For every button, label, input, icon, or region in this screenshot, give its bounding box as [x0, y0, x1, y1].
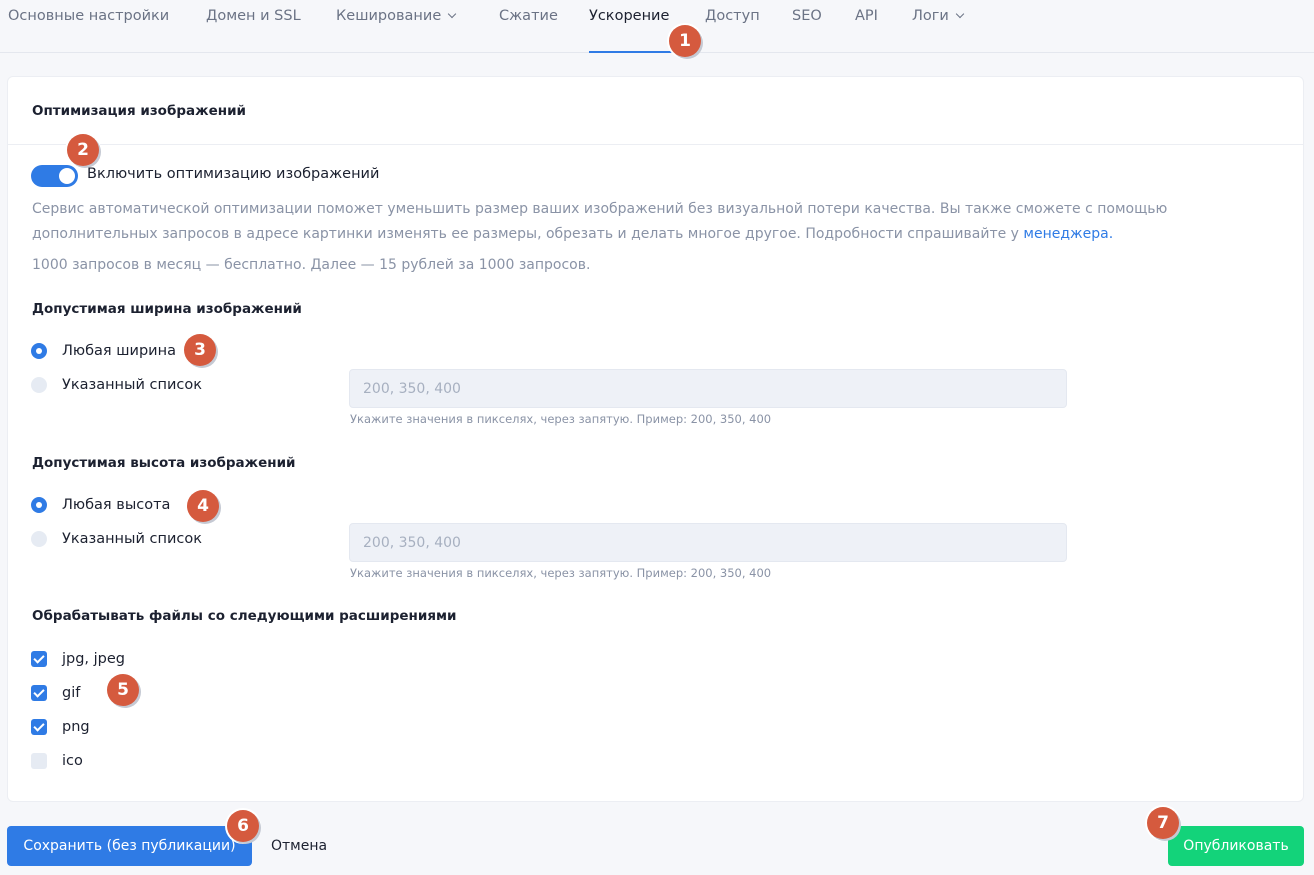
- tab-api[interactable]: API: [855, 8, 878, 24]
- radio-button[interactable]: [31, 497, 47, 513]
- checkbox-gif[interactable]: gif: [31, 685, 80, 701]
- height-list-input[interactable]: [349, 523, 1067, 562]
- width-list-input[interactable]: [349, 369, 1067, 408]
- settings-tabs: Основные настройки Домен и SSL Кеширован…: [0, 0, 1314, 53]
- tab-label: Логи: [912, 8, 949, 24]
- checkbox-label: png: [62, 719, 90, 735]
- checkbox-label: ico: [62, 753, 83, 769]
- radio-label: Любая высота: [62, 497, 171, 513]
- tab-label: API: [855, 8, 878, 24]
- checkbox-label: gif: [62, 685, 81, 701]
- enable-optimization-toggle[interactable]: [31, 165, 78, 187]
- height-section-title: Допустимая высота изображений: [32, 455, 296, 471]
- radio-label: Указанный список: [62, 377, 202, 393]
- height-hint: Укажите значения в пикселях, через запят…: [350, 566, 772, 580]
- radio-label: Указанный список: [62, 531, 202, 547]
- publish-button[interactable]: Опубликовать: [1168, 826, 1304, 866]
- annotation-marker-1: 1: [669, 25, 701, 57]
- checkbox[interactable]: [31, 719, 47, 735]
- radio-button[interactable]: [31, 343, 47, 359]
- checkbox[interactable]: [31, 753, 47, 769]
- checkbox-ico[interactable]: ico: [31, 753, 83, 769]
- radio-height-list[interactable]: Указанный список: [31, 531, 202, 547]
- tab-domain-ssl[interactable]: Домен и SSL: [206, 8, 301, 24]
- active-tab-indicator: [589, 51, 675, 53]
- tab-label: Кеширование: [336, 8, 442, 24]
- radio-any-width[interactable]: Любая ширина: [31, 343, 176, 359]
- tab-basic-settings[interactable]: Основные настройки: [8, 8, 169, 24]
- checkbox[interactable]: [31, 651, 47, 667]
- checkbox-label: jpg, jpeg: [62, 651, 126, 667]
- tab-label: SEO: [792, 8, 822, 24]
- tab-access[interactable]: Доступ: [705, 8, 760, 24]
- radio-any-height[interactable]: Любая высота: [31, 497, 170, 513]
- tab-label: Ускорение: [589, 8, 670, 24]
- image-optimization-card: Оптимизация изображений Включить оптимиз…: [7, 76, 1304, 802]
- tab-compression[interactable]: Сжатие: [499, 8, 558, 24]
- annotation-marker-6: 6: [227, 810, 259, 842]
- tab-label: Основные настройки: [8, 8, 170, 24]
- tab-seo[interactable]: SEO: [792, 8, 822, 24]
- description-text: Сервис автоматической оптимизации поможе…: [32, 201, 1168, 242]
- checkbox[interactable]: [31, 685, 47, 701]
- toggle-label: Включить оптимизацию изображений: [87, 166, 380, 182]
- toggle-knob: [59, 168, 75, 184]
- radio-width-list[interactable]: Указанный список: [31, 377, 202, 393]
- tab-acceleration[interactable]: Ускорение: [589, 8, 669, 24]
- tab-caching[interactable]: Кеширование: [336, 8, 457, 24]
- annotation-marker-2: 2: [67, 134, 99, 166]
- chevron-down-icon: [448, 9, 457, 19]
- chevron-down-icon: [955, 9, 965, 19]
- radio-button[interactable]: [31, 531, 47, 547]
- annotation-marker-7: 7: [1147, 807, 1179, 839]
- tab-label: Домен и SSL: [206, 8, 301, 24]
- tab-label: Доступ: [705, 8, 760, 24]
- cancel-button[interactable]: Отмена: [258, 826, 338, 866]
- annotation-marker-3: 3: [184, 334, 216, 366]
- tab-logs[interactable]: Логи: [912, 8, 965, 24]
- width-hint: Укажите значения в пикселях, через запят…: [350, 412, 772, 426]
- tab-label: Сжатие: [499, 8, 558, 24]
- checkbox-png[interactable]: png: [31, 719, 90, 735]
- manager-link[interactable]: менеджера.: [1023, 226, 1113, 242]
- extensions-section-title: Обрабатывать файлы со следующими расшире…: [32, 608, 457, 624]
- radio-button[interactable]: [31, 377, 47, 393]
- checkbox-jpg[interactable]: jpg, jpeg: [31, 651, 125, 667]
- annotation-marker-4: 4: [187, 490, 219, 522]
- save-draft-button[interactable]: Сохранить (без публикации): [7, 826, 252, 866]
- optimization-description: Сервис автоматической оптимизации поможе…: [32, 197, 1262, 247]
- card-title: Оптимизация изображений: [32, 103, 246, 119]
- annotation-marker-5: 5: [107, 674, 139, 706]
- pricing-text: 1000 запросов в месяц — бесплатно. Далее…: [32, 257, 591, 273]
- radio-label: Любая ширина: [62, 343, 176, 359]
- width-section-title: Допустимая ширина изображений: [32, 301, 302, 317]
